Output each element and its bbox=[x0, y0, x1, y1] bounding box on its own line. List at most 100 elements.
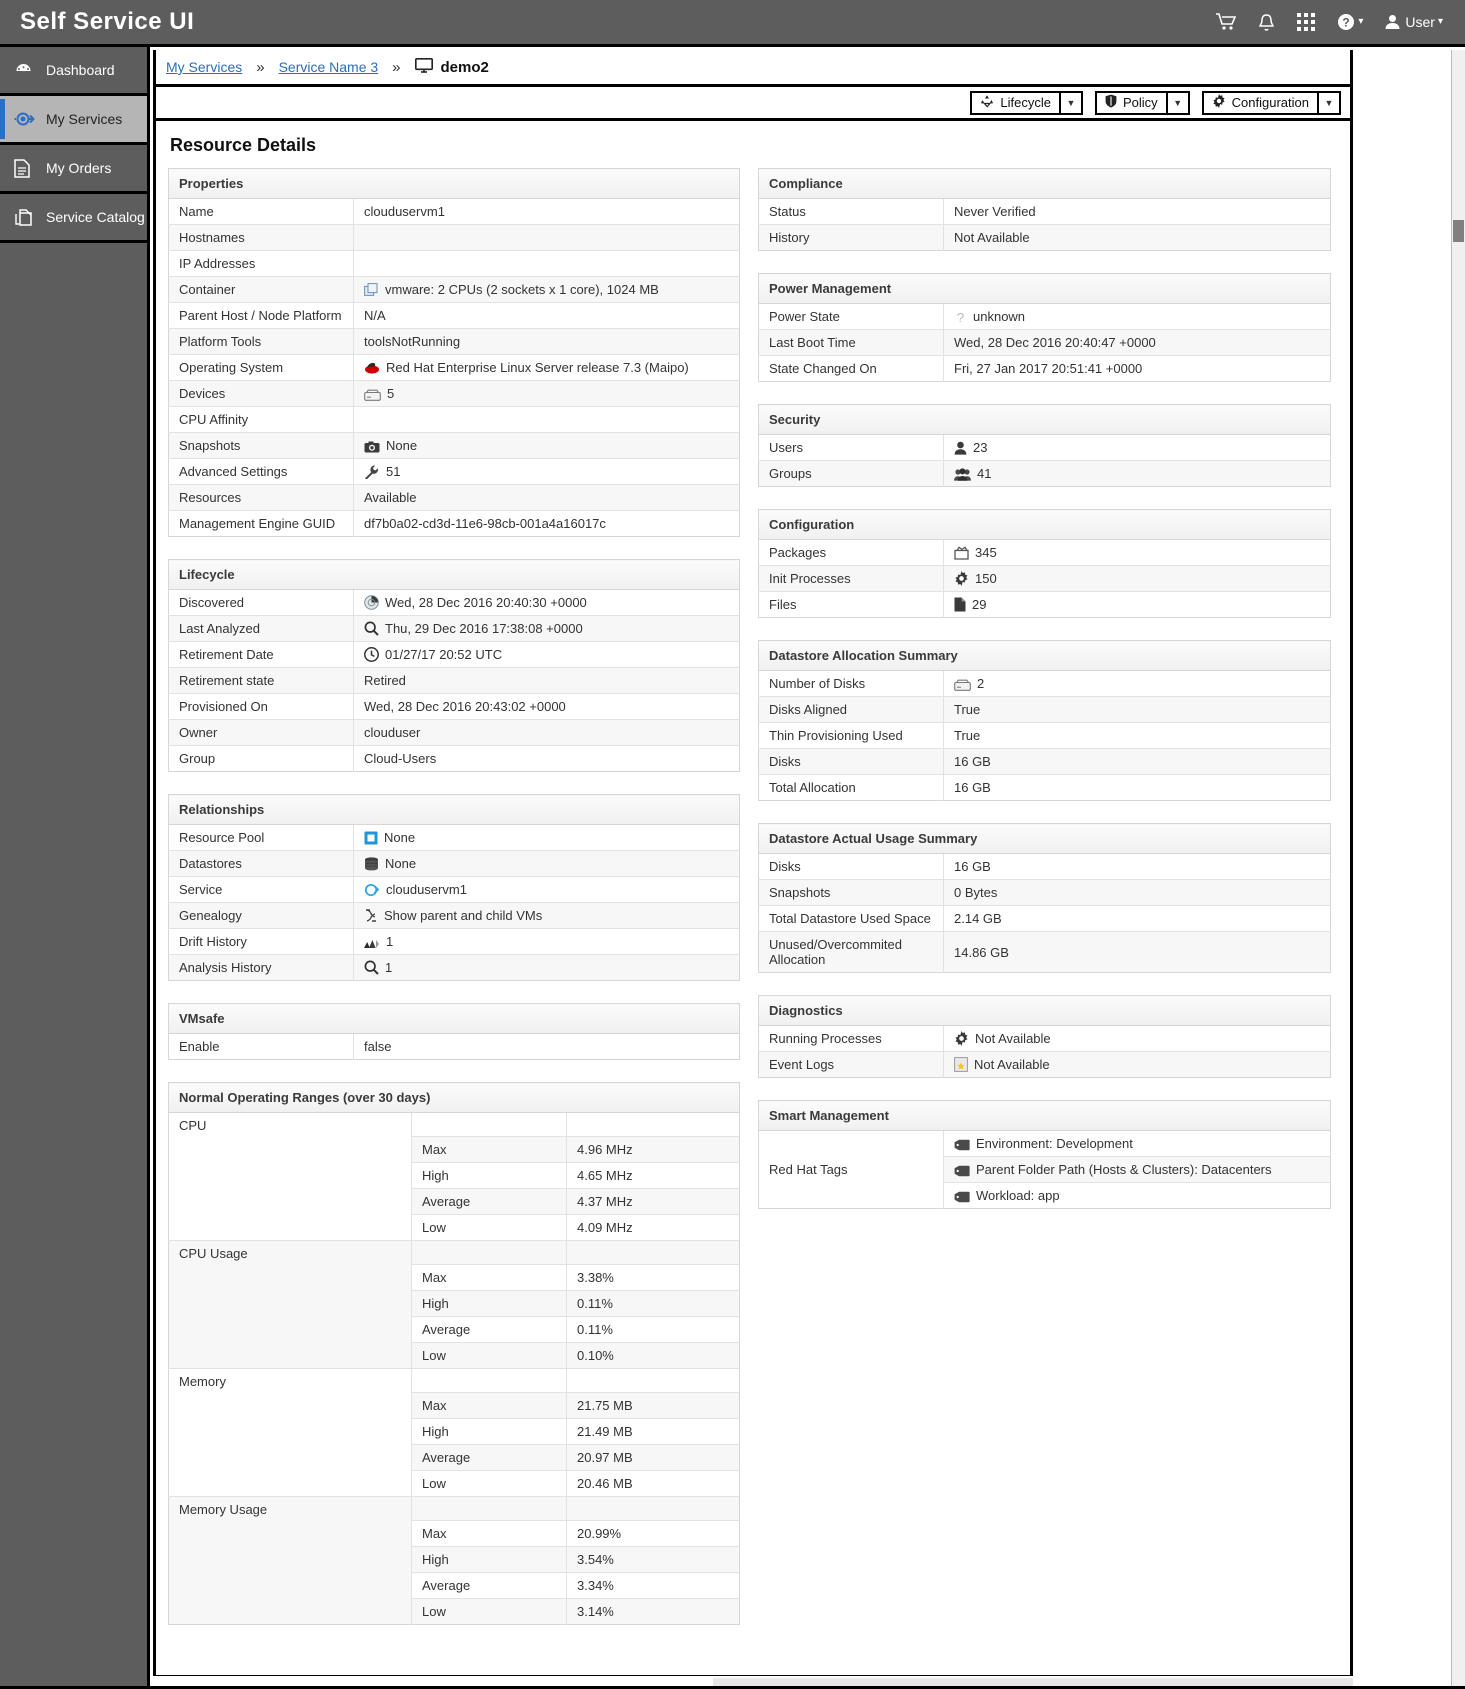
row-value: Not Available bbox=[974, 1057, 1050, 1072]
row-value: 01/27/17 20:52 UTC bbox=[385, 647, 503, 662]
tag-icon bbox=[954, 1191, 970, 1203]
table-row: Last Boot Time Wed, 28 Dec 2016 20:40:47 … bbox=[758, 329, 1331, 356]
row-value: Wed, 28 Dec 2016 20:40:30 +0000 bbox=[385, 595, 587, 610]
help-icon[interactable]: ? ▾ bbox=[1337, 13, 1363, 31]
row-value-cell: 150 bbox=[943, 565, 1331, 592]
row-value: clouduservm1 bbox=[386, 882, 467, 897]
row-value-cell: Not Available bbox=[943, 1025, 1331, 1052]
row-key: Analysis History bbox=[168, 954, 354, 981]
user-icon bbox=[954, 441, 967, 455]
row-value-cell: 51 bbox=[353, 458, 740, 485]
breadcrumb-current: demo2 bbox=[414, 57, 489, 77]
breadcrumb-link-my-services[interactable]: My Services bbox=[166, 59, 242, 75]
gear-icon bbox=[954, 1031, 969, 1046]
policy-button[interactable]: Policy bbox=[1094, 90, 1168, 115]
row-key: Devices bbox=[168, 380, 354, 407]
configuration-button[interactable]: Configuration bbox=[1201, 90, 1319, 115]
range-value: 0.10% bbox=[566, 1342, 740, 1369]
my-orders-icon bbox=[14, 158, 40, 178]
table-row: Packages 345 bbox=[758, 539, 1331, 566]
row-value-cell: Not Available bbox=[943, 1051, 1331, 1078]
range-label: Low bbox=[411, 1214, 567, 1241]
database-icon bbox=[364, 857, 379, 871]
bell-icon[interactable] bbox=[1258, 13, 1275, 32]
row-value: Thu, 29 Dec 2016 17:38:08 +0000 bbox=[385, 621, 583, 636]
service-catalog-icon bbox=[14, 208, 40, 227]
range-value: 3.34% bbox=[566, 1572, 740, 1599]
range-label: Low bbox=[411, 1598, 567, 1625]
range-label: Average bbox=[411, 1572, 567, 1599]
sidebar: Dashboard My Services My Orders Service … bbox=[0, 47, 150, 1689]
row-key: Name bbox=[168, 198, 354, 225]
table-row: Provisioned On Wed, 28 Dec 2016 20:43:02 … bbox=[168, 693, 740, 720]
panel-security: Security Users 23 Groups 41 bbox=[758, 404, 1331, 487]
row-value-cell: 23 bbox=[943, 434, 1331, 461]
configuration-dropdown-toggle[interactable]: ▼ bbox=[1319, 90, 1341, 115]
panel-title: Normal Operating Ranges (over 30 days) bbox=[168, 1082, 740, 1113]
row-value bbox=[353, 406, 740, 433]
table-row: Files 29 bbox=[758, 591, 1331, 618]
table-row: Running Processes Not Available bbox=[758, 1025, 1331, 1052]
row-value: 16 GB bbox=[943, 774, 1331, 801]
range-value: 4.37 MHz bbox=[566, 1188, 740, 1215]
table-row: History Not Available bbox=[758, 224, 1331, 251]
vertical-scrollbar[interactable] bbox=[1451, 50, 1465, 1686]
panel-vmsafe: VMsafe Enable false bbox=[168, 1003, 740, 1060]
configuration-button-group: Configuration ▼ bbox=[1201, 90, 1341, 115]
sidebar-item-my-orders[interactable]: My Orders bbox=[0, 145, 147, 194]
row-value: Show parent and child VMs bbox=[384, 908, 543, 923]
row-key: Advanced Settings bbox=[168, 458, 354, 485]
row-value-cell: 1 bbox=[353, 928, 740, 955]
row-value-cell: vmware: 2 CPUs (2 sockets x 1 core), 102… bbox=[353, 276, 740, 303]
table-row: Snapshots None bbox=[168, 432, 740, 459]
table-row: Thin Provisioning Used True bbox=[758, 722, 1331, 749]
svg-text:?: ? bbox=[957, 310, 964, 324]
user-menu[interactable]: User ▾ bbox=[1385, 14, 1443, 30]
row-key: Group bbox=[168, 745, 354, 772]
panel-smart-management: Smart Management Red Hat Tags Environmen… bbox=[758, 1100, 1331, 1209]
magnifier-icon bbox=[364, 960, 379, 975]
policy-dropdown-toggle[interactable]: ▼ bbox=[1167, 90, 1190, 115]
left-column: Properties Name clouduservm1 Hostnames IP… bbox=[168, 168, 740, 1647]
sidebar-item-service-catalog[interactable]: Service Catalog bbox=[0, 194, 147, 243]
row-value: None bbox=[385, 856, 417, 871]
row-key: Disks bbox=[758, 748, 944, 775]
lifecycle-dropdown-toggle[interactable]: ▼ bbox=[1060, 90, 1083, 115]
row-value: vmware: 2 CPUs (2 sockets x 1 core), 102… bbox=[385, 282, 659, 297]
table-row: Retirement state Retired bbox=[168, 667, 740, 694]
row-key: Genealogy bbox=[168, 902, 354, 929]
row-key: History bbox=[758, 224, 944, 251]
panel-lifecycle: Lifecycle Discovered Wed, 28 Dec 2016 20… bbox=[168, 559, 740, 772]
gear-icon bbox=[1212, 94, 1226, 111]
sidebar-item-my-services[interactable]: My Services bbox=[0, 96, 147, 145]
row-value: 2.14 GB bbox=[943, 905, 1331, 932]
table-row: Users 23 bbox=[758, 434, 1331, 461]
policy-button-label: Policy bbox=[1122, 95, 1158, 110]
main-content: My Services » Service Name 3 » demo2 Lif… bbox=[153, 50, 1353, 1686]
row-key: Init Processes bbox=[758, 565, 944, 592]
panel-title: Security bbox=[758, 404, 1331, 435]
row-value-cell: 2 bbox=[943, 670, 1331, 697]
row-value-cell: 29 bbox=[943, 591, 1331, 618]
row-key: Unused/Overcommited Allocation bbox=[758, 931, 944, 973]
row-value: 16 GB bbox=[943, 853, 1331, 880]
range-value: 20.97 MB bbox=[566, 1444, 740, 1471]
table-row: Operating System Red Hat Enterprise Linu… bbox=[168, 354, 740, 381]
lifecycle-button[interactable]: Lifecycle bbox=[970, 90, 1061, 115]
grid-icon[interactable] bbox=[1297, 13, 1316, 31]
row-key: Total Allocation bbox=[758, 774, 944, 801]
range-group-name: Memory Usage bbox=[168, 1496, 412, 1625]
vertical-scrollbar-thumb[interactable] bbox=[1453, 220, 1464, 242]
page-body: Resource Details Properties Name clouduse… bbox=[156, 121, 1350, 1677]
row-key: Service bbox=[168, 876, 354, 903]
table-row: Disks 16 GB bbox=[758, 748, 1331, 775]
row-key: Container bbox=[168, 276, 354, 303]
table-row: Drift History 1 bbox=[168, 928, 740, 955]
breadcrumb-link-service-name-3[interactable]: Service Name 3 bbox=[279, 59, 379, 75]
panel-title: Power Management bbox=[758, 273, 1331, 304]
sidebar-item-dashboard[interactable]: Dashboard bbox=[0, 47, 147, 96]
table-row: Disks 16 GB bbox=[758, 853, 1331, 880]
cart-icon[interactable] bbox=[1216, 13, 1237, 31]
range-label: Max bbox=[411, 1520, 567, 1547]
table-row: Memory bbox=[168, 1368, 740, 1497]
